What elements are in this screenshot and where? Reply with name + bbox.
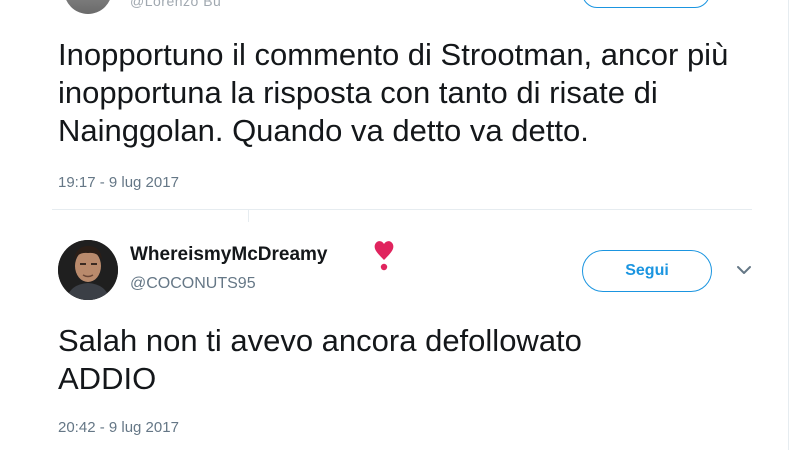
thread-connector [248,210,249,222]
follow-button[interactable] [582,0,710,8]
tweet-timestamp[interactable]: 20:42 - 9 lug 2017 [58,419,179,436]
chevron-down-icon[interactable] [736,264,752,276]
avatar-image [58,240,118,300]
tweet-text: Inopportuno il commento di Strootman, an… [58,37,729,148]
tweet-text: Salah non ti avevo ancora defollowato AD… [58,322,778,398]
display-name[interactable]: WhereismyMcDreamy [130,244,327,266]
page-edge-divider [788,0,789,450]
avatar[interactable] [64,0,112,14]
tweet-text-line: ADDIO [58,361,157,396]
heavy-heart-exclamation-icon [374,241,394,271]
user-handle[interactable]: @COCONUTS95 [130,275,256,293]
tweet-text-line: Salah non ti avevo ancora defollowato [58,323,582,358]
tweet-divider [52,209,752,210]
avatar[interactable] [58,240,118,300]
tweet-timestamp[interactable]: 19:17 - 9 lug 2017 [58,174,179,191]
follow-button[interactable]: Segui [582,250,712,292]
user-handle[interactable]: @Lorenzo Bu [130,0,221,9]
